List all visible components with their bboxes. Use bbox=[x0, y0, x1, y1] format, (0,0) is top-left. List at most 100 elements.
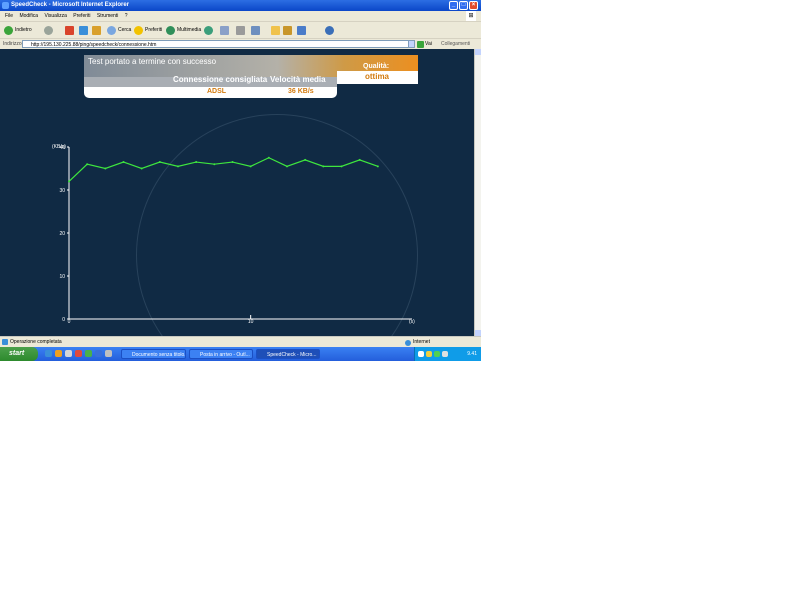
edit-button[interactable] bbox=[251, 25, 260, 35]
data-point bbox=[304, 158, 307, 161]
data-point bbox=[267, 156, 270, 159]
go-button[interactable]: Vai bbox=[417, 40, 432, 48]
app3-quicklaunch-icon[interactable] bbox=[95, 350, 102, 357]
print-button[interactable] bbox=[236, 25, 245, 35]
stop-icon bbox=[65, 25, 74, 35]
title-bar[interactable]: SpeedCheck - Microsoft Internet Explorer… bbox=[0, 0, 481, 11]
y-tick-label: 0 bbox=[62, 317, 65, 323]
data-point bbox=[286, 165, 288, 168]
browser-window: SpeedCheck - Microsoft Internet Explorer… bbox=[0, 0, 481, 361]
history-button[interactable] bbox=[204, 25, 213, 35]
windows-logo-icon: ⊞ bbox=[466, 11, 476, 21]
refresh-icon bbox=[79, 25, 88, 35]
y-tick-label: 20 bbox=[59, 231, 65, 237]
menu-modifica[interactable]: Modifica bbox=[19, 13, 38, 19]
series-line bbox=[68, 157, 379, 182]
refresh-button[interactable] bbox=[79, 25, 88, 35]
research-button[interactable] bbox=[283, 25, 292, 35]
research-icon bbox=[283, 25, 292, 35]
extra-button[interactable] bbox=[325, 25, 334, 35]
data-point bbox=[340, 165, 343, 168]
minimize-button[interactable]: _ bbox=[449, 1, 458, 10]
tray-icon-3[interactable] bbox=[434, 351, 440, 357]
messenger-icon bbox=[297, 25, 306, 35]
outlook-quicklaunch-icon[interactable] bbox=[55, 350, 62, 357]
go-label: Vai bbox=[425, 41, 432, 47]
home-button[interactable] bbox=[92, 25, 101, 35]
tray-icon-1[interactable] bbox=[418, 351, 424, 357]
media-button[interactable]: Multimedia bbox=[166, 25, 201, 35]
stop-button[interactable] bbox=[65, 25, 74, 35]
data-point bbox=[249, 165, 252, 168]
menu-help[interactable]: ? bbox=[125, 13, 128, 19]
data-point bbox=[140, 167, 143, 170]
data-point bbox=[358, 158, 361, 161]
vertical-scrollbar[interactable] bbox=[474, 49, 481, 336]
connection-column-header: Connessione consigliata bbox=[173, 75, 268, 84]
quality-label: Qualità: bbox=[363, 63, 390, 70]
result-title: Test portato a termine con successo bbox=[88, 57, 217, 66]
menu-file[interactable]: File bbox=[5, 13, 13, 19]
ie-icon bbox=[2, 2, 9, 9]
messenger-button[interactable] bbox=[297, 25, 306, 35]
data-point bbox=[177, 165, 179, 168]
menu-visualizza[interactable]: Visualizza bbox=[44, 13, 66, 19]
favorites-label: Preferiti bbox=[145, 27, 163, 33]
y-tick-label: 30 bbox=[59, 188, 65, 194]
mail-icon bbox=[220, 25, 229, 35]
close-button[interactable]: × bbox=[469, 1, 478, 10]
app2-quicklaunch-icon[interactable] bbox=[85, 350, 92, 357]
data-point bbox=[231, 161, 234, 164]
start-label: start bbox=[9, 350, 25, 357]
menu-strumenti[interactable]: Strumenti bbox=[97, 13, 118, 19]
clock: 9.41 bbox=[467, 351, 477, 357]
search-button[interactable]: Cerca bbox=[107, 25, 131, 35]
toolbar: Indietro Cerca Preferiti Multimedia bbox=[0, 22, 481, 38]
globe-icon bbox=[405, 339, 411, 346]
history-icon bbox=[204, 25, 213, 35]
menu-preferiti[interactable]: Preferiti bbox=[73, 13, 90, 19]
mail-button[interactable] bbox=[220, 25, 229, 35]
data-point bbox=[195, 161, 198, 164]
search-label: Cerca bbox=[118, 27, 132, 33]
page-icon bbox=[2, 339, 8, 345]
y-tick-label: 10 bbox=[59, 274, 65, 280]
maximize-button[interactable]: □ bbox=[459, 1, 468, 10]
desktop-quicklaunch-icon[interactable] bbox=[65, 350, 72, 357]
start-button[interactable]: start bbox=[0, 347, 38, 361]
ie-quicklaunch-icon[interactable] bbox=[45, 350, 52, 357]
taskbar-item-mail[interactable]: Posta in arrivo - Outl... bbox=[189, 349, 253, 359]
data-point bbox=[376, 165, 379, 168]
app4-quicklaunch-icon[interactable] bbox=[105, 350, 112, 357]
back-button[interactable]: Indietro bbox=[4, 25, 32, 35]
tray-icon-4[interactable] bbox=[442, 351, 448, 357]
taskbar-item-document[interactable]: Documento senza titolo... bbox=[121, 349, 186, 359]
address-input[interactable]: http://195.130.225.88/ping/speedcheck/co… bbox=[22, 40, 414, 48]
app-quicklaunch-icon[interactable] bbox=[75, 350, 82, 357]
x-tick-label: 10 bbox=[248, 319, 254, 325]
speed-value: 36 KB/s bbox=[288, 88, 314, 95]
extra-icon bbox=[325, 25, 334, 35]
media-icon bbox=[166, 25, 175, 35]
edit-icon bbox=[251, 25, 260, 35]
search-icon bbox=[107, 25, 116, 35]
page-content: (KB/s) (s) 40 30 20 10 0 0 10 Test portato a … bbox=[0, 49, 474, 336]
connection-value: ADSL bbox=[207, 88, 227, 95]
x-tick-label: 0 bbox=[68, 319, 71, 325]
address-dropdown-button[interactable] bbox=[408, 40, 415, 48]
back-arrow-icon bbox=[4, 25, 13, 35]
favorites-button[interactable]: Preferiti bbox=[134, 25, 162, 35]
forward-arrow-icon bbox=[44, 25, 53, 35]
tray-icon-2[interactable] bbox=[426, 351, 432, 357]
folder-icon bbox=[271, 25, 280, 35]
data-point bbox=[158, 161, 161, 164]
back-label: Indietro bbox=[15, 27, 32, 33]
result-panel: Test portato a termine con successo Qual… bbox=[84, 55, 418, 99]
taskbar-item-speedcheck[interactable]: SpeedCheck - Micro... bbox=[256, 349, 320, 359]
go-arrow-icon bbox=[417, 40, 424, 48]
discuss-button[interactable] bbox=[271, 25, 280, 35]
scroll-up-icon[interactable] bbox=[475, 49, 481, 55]
data-point bbox=[86, 163, 89, 166]
forward-button[interactable] bbox=[44, 25, 53, 35]
data-point bbox=[122, 161, 125, 164]
